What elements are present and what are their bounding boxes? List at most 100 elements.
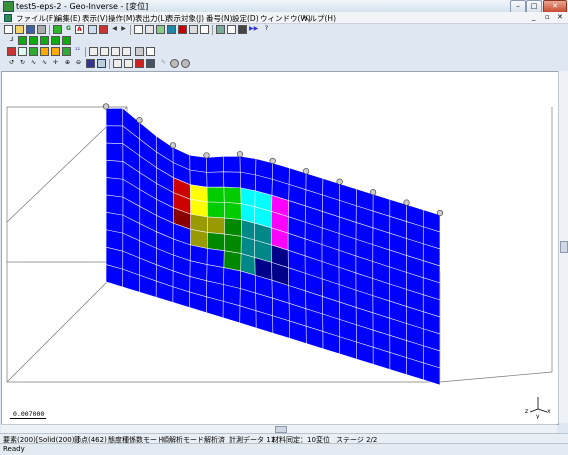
- menu-display-target[interactable]: 表示対象(J): [166, 13, 204, 24]
- bounding-box-line: [440, 372, 552, 382]
- mdi-icon[interactable]: [4, 14, 12, 22]
- document-icon[interactable]: [146, 47, 155, 56]
- displacement-cell: [208, 217, 225, 234]
- mdi-close-button[interactable]: ✕: [557, 13, 563, 21]
- window-title: test5-eps-2 - Geo-Inverse - [変位]: [16, 1, 148, 12]
- graph-icon[interactable]: [100, 47, 109, 56]
- vertical-scrollbar[interactable]: [558, 71, 568, 423]
- settings-icon[interactable]: [189, 25, 198, 34]
- displacement-cell: [224, 187, 241, 204]
- grid-icon[interactable]: [124, 59, 133, 68]
- graph-icon[interactable]: [111, 47, 120, 56]
- print-icon[interactable]: [37, 25, 46, 34]
- menu-bar: ファイル(F) 編集(E) 表示(V) 操作(M) 表出力(L) 表示対象(J)…: [0, 12, 568, 24]
- app-window: test5-eps-2 - Geo-Inverse - [変位] – □ ✕ フ…: [0, 0, 568, 454]
- cylinder-icon[interactable]: [181, 59, 190, 68]
- toolbar-separator: [212, 25, 213, 35]
- arrow-pointer-icon[interactable]: [99, 25, 108, 34]
- cylinder-icon[interactable]: [170, 59, 179, 68]
- grid-icon[interactable]: [113, 59, 122, 68]
- dark-icon[interactable]: [238, 25, 247, 34]
- text-a-icon[interactable]: A: [75, 25, 84, 34]
- rotate-icon[interactable]: ↺: [7, 59, 16, 68]
- fit-icon[interactable]: [86, 59, 95, 68]
- edit-icon[interactable]: [156, 25, 165, 34]
- menu-operation[interactable]: 操作(M): [108, 13, 135, 24]
- axis-label-y: y: [536, 413, 540, 419]
- horizontal-scroll-thumb[interactable]: [275, 426, 287, 433]
- sphere-icon[interactable]: [135, 47, 144, 56]
- green-square-icon[interactable]: [51, 36, 60, 45]
- arrow-left-icon[interactable]: ◀: [110, 25, 119, 34]
- model-viewport[interactable]: 0.007000 z y x: [1, 71, 559, 425]
- menu-number[interactable]: 番号(N): [206, 13, 232, 24]
- blue-square-icon[interactable]: [167, 25, 176, 34]
- menu-output[interactable]: 表出力(L): [135, 13, 168, 24]
- measurement-point: [270, 158, 276, 164]
- numbering-icon[interactable]: ¹²: [73, 47, 82, 56]
- node-icon[interactable]: [18, 47, 27, 56]
- new-icon[interactable]: [4, 25, 13, 34]
- green-square-icon[interactable]: [18, 36, 27, 45]
- layer-icon[interactable]: [40, 47, 49, 56]
- red-square-icon[interactable]: [178, 25, 187, 34]
- zoom-window-icon[interactable]: [97, 59, 106, 68]
- menu-settings[interactable]: 設定(D): [232, 13, 259, 24]
- mdi-minimize-button[interactable]: _: [532, 13, 536, 21]
- window-icon[interactable]: [227, 25, 236, 34]
- mdi-restore-button[interactable]: ▫: [545, 13, 550, 21]
- horizontal-scrollbar[interactable]: [1, 424, 557, 433]
- menu-file[interactable]: ファイル(F): [16, 13, 56, 24]
- red-square-icon[interactable]: [135, 59, 144, 68]
- grid-icon[interactable]: [145, 25, 154, 34]
- rotate-icon[interactable]: ↻: [18, 59, 27, 68]
- green-square-icon[interactable]: [29, 36, 38, 45]
- status-bar: Ready: [0, 443, 568, 455]
- document-icon[interactable]: [200, 25, 209, 34]
- run-icon[interactable]: [53, 25, 62, 34]
- g-icon[interactable]: G: [64, 25, 73, 34]
- dark-square-icon[interactable]: [146, 59, 155, 68]
- toolbar-row-3: ¹²: [2, 46, 172, 58]
- layer-icon[interactable]: [29, 47, 38, 56]
- forward-icon[interactable]: ▶▶: [249, 25, 258, 34]
- measurement-point: [137, 117, 143, 123]
- zoom-out-icon[interactable]: ⊖: [74, 59, 83, 68]
- help-cursor-icon[interactable]: ?: [262, 25, 271, 34]
- menu-edit[interactable]: 編集(E): [55, 13, 81, 24]
- vertical-scroll-thumb[interactable]: [560, 241, 568, 253]
- move-icon[interactable]: ✛: [51, 59, 60, 68]
- frame-icon[interactable]: [134, 25, 143, 34]
- measurement-point: [237, 151, 243, 157]
- chart-icon[interactable]: [216, 25, 225, 34]
- layer-icon[interactable]: [62, 47, 71, 56]
- displacement-cell: [224, 234, 241, 253]
- zoom-in-icon[interactable]: ⊕: [63, 59, 72, 68]
- axis-label-z: z: [525, 408, 528, 415]
- graph-icon[interactable]: [122, 47, 131, 56]
- fem-mesh-view[interactable]: [2, 72, 558, 424]
- arrow-right-icon[interactable]: ▶: [119, 25, 128, 34]
- scale-bar: [10, 418, 46, 419]
- menu-view[interactable]: 表示(V): [82, 13, 108, 24]
- pan-icon[interactable]: ∿: [29, 59, 38, 68]
- measurement-point: [103, 104, 109, 110]
- axis-icon[interactable]: ⅃: [7, 36, 16, 45]
- displacement-cell: [224, 218, 241, 236]
- toolbar-separator: [49, 25, 50, 35]
- status-text: Ready: [3, 445, 25, 453]
- axis-triad: z y x: [523, 393, 553, 419]
- pointer-icon[interactable]: [88, 25, 97, 34]
- measurement-point: [204, 153, 210, 159]
- graph-icon[interactable]: [89, 47, 98, 56]
- green-square-icon[interactable]: [40, 36, 49, 45]
- save-icon[interactable]: [26, 25, 35, 34]
- mesh-icon[interactable]: [7, 47, 16, 56]
- green-square-icon[interactable]: [62, 36, 71, 45]
- layer-icon[interactable]: [51, 47, 60, 56]
- menu-help[interactable]: ヘルプ(H): [302, 13, 336, 24]
- pen-icon[interactable]: ✎: [159, 59, 168, 68]
- open-icon[interactable]: [15, 25, 24, 34]
- scale-value: 0.007000: [13, 410, 44, 418]
- pan-icon[interactable]: ∿: [40, 59, 49, 68]
